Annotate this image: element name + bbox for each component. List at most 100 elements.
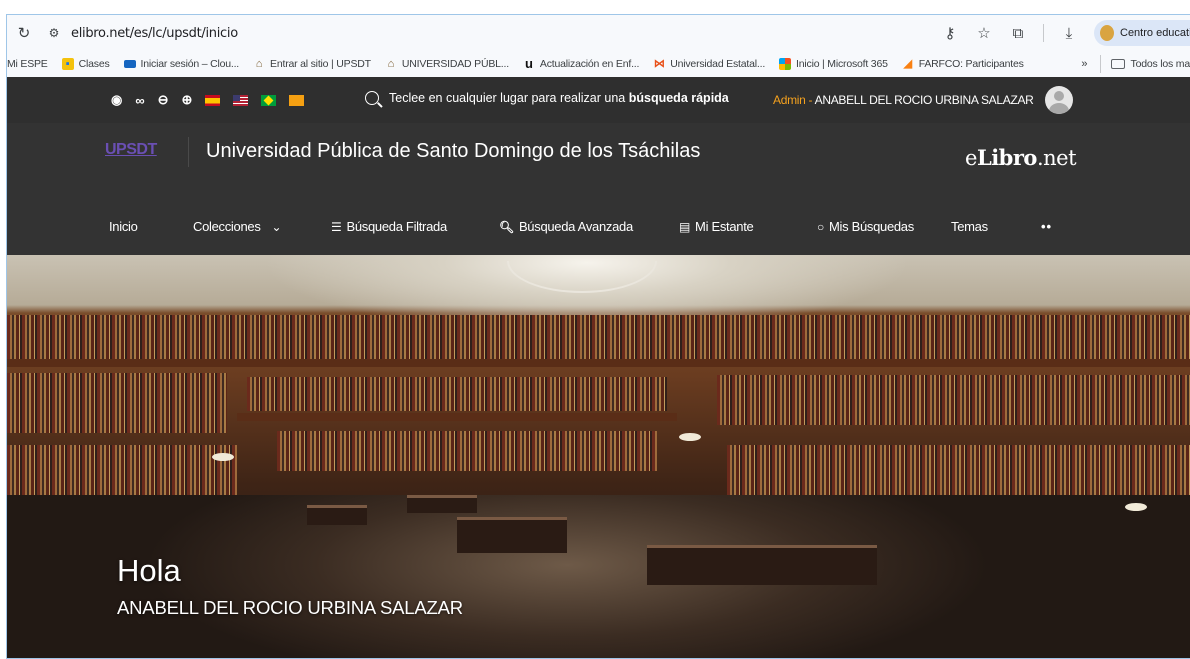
bookmark-label: Iniciar sesión – Clou... [140,58,240,70]
lamp-decoration [679,433,701,441]
bookshelf-row-left [7,373,227,433]
divider [188,137,189,167]
nav-busqueda-filtrada[interactable]: ☰ Búsqueda Filtrada [331,219,447,234]
bookmark-label: UNIVERSIDAD PÚBL... [401,58,509,70]
university-icon: ⌂ [387,58,395,70]
bookmark-label: Entrar al sitio | UPSDT [270,58,371,70]
moodle-icon: ◢ [903,58,912,70]
admin-name: ANABELL DEL ROCIO URBINA SALAZAR [814,93,1034,107]
nav-busquedas-label: Mis Búsquedas [828,219,914,234]
chevron-down-icon: ⌄ [271,219,282,234]
address-bar-row: ↻ ⚙ elibro.net/es/lc/upsdt/inicio ⚷ ☆ ⧉ … [7,15,1190,51]
bookmark-item[interactable]: ◢ FARFCO: Participantes [902,58,1024,70]
nav-temas[interactable]: Temas [951,219,988,234]
ceiling-lamp-decoration [507,261,657,293]
bookmark-item[interactable]: ⌂ Entrar al sitio | UPSDT [253,58,371,70]
bookmark-item[interactable]: Iniciar sesión – Clou... [123,58,240,70]
site-info-icon[interactable]: ⚙ [43,26,65,40]
nav-mi-estante[interactable]: ▤ Mi Estante [679,219,754,234]
filter-sliders-icon: ☰ [331,219,342,234]
nav-more-label: •• [1041,219,1053,234]
search-icon [365,91,379,105]
bookshelf-row-upper [7,315,1190,359]
elibro-logo-bold: Libro [976,145,1038,170]
globe-icon[interactable]: ◉ [111,92,122,108]
bookmark-item[interactable]: Inicio | Microsoft 365 [779,58,888,70]
bookshelf-row-middle [247,377,667,411]
admin-role: Admin [773,93,806,107]
folder-icon [1110,59,1125,69]
shelf-balcony [237,413,677,421]
reading-room-floor [7,495,1190,658]
quick-search-bold: búsqueda rápida [628,91,729,105]
search-icon: 🔍︎ [499,219,514,234]
link-icon[interactable]: ∞ [135,93,144,108]
bookmarks-bar: Mi ESPE ▪ Clases Iniciar sesión – Clou..… [7,51,1190,77]
nav-inicio[interactable]: Inicio [109,219,138,234]
nav-busqueda-avanzada[interactable]: 🔍︎ Búsqueda Avanzada [499,219,633,234]
bookmark-label: Inicio | Microsoft 365 [796,58,888,70]
elibro-site: ◉ ∞ ⊖ ⊕ Teclee en cualquier lugar para r… [7,77,1190,658]
main-nav: Inicio Colecciones ⌄ ☰ Búsqueda Filtrada… [7,189,1190,255]
bookmarks-more-button[interactable]: » [1081,58,1087,70]
user-avatar-icon[interactable] [1045,86,1073,114]
desk-decoration [407,495,477,513]
nav-avanzada-label: Búsqueda Avanzada [518,219,633,234]
profile-chip[interactable]: Centro educativo [1094,20,1190,46]
all-bookmarks-link[interactable]: Todos los ma [1131,58,1190,70]
desk-decoration [457,517,567,553]
extensions-icon[interactable]: ⧉ [1009,25,1027,42]
bookmark-item[interactable]: ⌂ UNIVERSIDAD PÚBL... [385,58,509,70]
hero-user-name: ANABELL DEL ROCIO URBINA SALAZAR [117,597,463,618]
orange-flag-icon[interactable] [289,94,305,106]
download-icon[interactable]: ⤓ [1060,25,1078,42]
nav-more-button[interactable]: •• [1041,219,1052,234]
nav-mis-busquedas[interactable]: ○ Mis Búsquedas [817,219,914,234]
divider [1099,55,1101,73]
brazil-flag-icon[interactable] [261,94,277,106]
bookmark-item[interactable]: ⋈ Universidad Estatal... [653,58,765,70]
elibro-logo-e: e [965,146,977,170]
bookmark-label: Mi ESPE [7,58,48,70]
elibro-logo-tail: .net [1036,146,1077,170]
admin-user-label[interactable]: Admin - ANABELL DEL ROCIO URBINA SALAZAR [773,93,1034,107]
nav-filtrada-label: Búsqueda Filtrada [346,219,447,234]
bookmarks-overflow: » Todos los ma [1073,51,1190,77]
quick-search-hint[interactable]: Teclee en cualquier lugar para realizar … [365,91,729,105]
bookmark-label: Clases [78,58,110,70]
upsdt-logo[interactable]: UPSDT [105,141,157,159]
site-topbar: ◉ ∞ ⊖ ⊕ Teclee en cualquier lugar para r… [7,77,1190,123]
divider [1043,24,1044,42]
lamp-decoration [212,453,234,461]
classroom-icon: ▪ [61,58,74,70]
nav-inicio-label: Inicio [109,219,138,234]
accessibility-toolbar: ◉ ∞ ⊖ ⊕ [111,92,305,108]
desk-decoration [647,545,877,585]
university-name: Universidad Pública de Santo Domingo de … [206,140,701,162]
elibro-logo[interactable]: eLibro.net [965,145,1077,170]
brand-bar: UPSDT Universidad Pública de Santo Domin… [7,123,1190,189]
bookshelf-row-right [717,375,1190,425]
zoom-in-icon[interactable]: ⊕ [182,92,193,108]
bowtie-icon: ⋈ [653,58,665,70]
admin-separator: - [805,93,815,107]
profile-label: Centro educativo [1120,27,1190,39]
bookmark-item[interactable]: u Actualización en Enf... [523,57,639,70]
cloud-icon [123,60,136,68]
reload-icon[interactable]: ↻ [13,24,35,42]
usa-flag-icon[interactable] [233,94,249,106]
zoom-out-icon[interactable]: ⊖ [158,92,169,108]
nav-colecciones[interactable]: Colecciones ⌄ [193,219,282,234]
search-icon: ○ [817,219,824,234]
password-key-icon[interactable]: ⚷ [941,24,959,42]
spain-flag-icon[interactable] [205,94,221,106]
url-field[interactable]: elibro.net/es/lc/upsdt/inicio [71,26,238,41]
bookmark-label: FARFCO: Participantes [918,58,1024,70]
quick-search-prefix: Teclee en cualquier lugar para realizar … [389,91,629,105]
star-icon[interactable]: ☆ [975,24,993,42]
desk-decoration [307,505,367,525]
bookmark-item[interactable]: Mi ESPE [7,58,48,70]
nav-temas-label: Temas [951,219,988,234]
bookmark-item[interactable]: ▪ Clases [61,58,110,70]
shelf-balcony [7,359,1190,367]
